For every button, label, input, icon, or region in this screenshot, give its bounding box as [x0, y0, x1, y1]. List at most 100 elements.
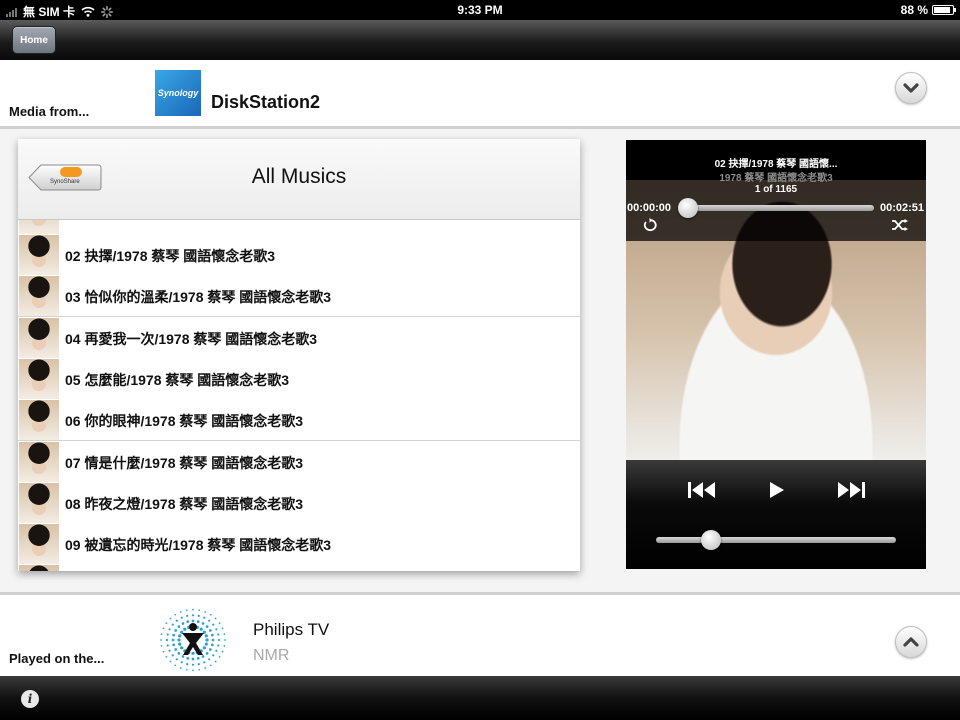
track-position: 1 of 1165	[754, 184, 798, 195]
list-item[interactable]: 09 被遺忘的時光/1978 蔡琴 國語懷念老歌3	[18, 523, 580, 566]
logo-dot	[162, 650, 165, 653]
list-item[interactable]: 03 恰似你的溫柔/1978 蔡琴 國語懷念老歌3	[18, 275, 580, 318]
list-item-partial-top[interactable]	[18, 220, 580, 235]
logo-dot	[212, 654, 215, 657]
expand-source-button[interactable]	[895, 72, 927, 104]
logo-dot	[199, 627, 203, 631]
list-item[interactable]: 06 你的眼神/1978 蔡琴 國語懷念老歌3	[18, 399, 580, 442]
home-button[interactable]: Home	[12, 26, 56, 54]
media-source-panel: Media from... Synology DiskStation2	[0, 60, 960, 129]
logo-dot	[165, 638, 169, 642]
logo-dot	[185, 668, 188, 671]
track-title: 04 再愛我一次/1978 蔡琴 國語懷念老歌3	[65, 330, 318, 347]
logo-dot	[177, 625, 181, 628]
progress-knob[interactable]	[678, 198, 698, 218]
logo-dot	[208, 619, 211, 622]
renderer-type: NMR	[253, 647, 290, 664]
logo-dot	[174, 648, 178, 651]
logo-dot	[171, 654, 174, 657]
logo-dot	[175, 619, 178, 622]
logo-dot	[192, 608, 194, 611]
info-icon[interactable]: i	[21, 690, 39, 708]
album-thumbnail	[19, 276, 59, 317]
logo-dot	[191, 614, 195, 617]
logo-dot	[198, 609, 201, 612]
logo-dot	[160, 639, 162, 641]
logo-dot	[168, 628, 171, 631]
shuffle-icon[interactable]	[891, 219, 909, 231]
logo-dot	[165, 622, 168, 624]
logo-dot	[160, 645, 163, 647]
album-thumbnail	[19, 400, 59, 441]
previous-track-icon[interactable]	[687, 481, 717, 499]
logo-dot	[203, 661, 206, 664]
logo-dot	[186, 614, 189, 617]
volume-knob[interactable]	[701, 530, 722, 550]
repeat-icon[interactable]	[643, 218, 659, 232]
track-title: 07 情是什麼/1978 蔡琴 國語懷念老歌3	[65, 454, 304, 471]
list-item[interactable]: 08 昨夜之燈/1978 蔡琴 國語懷念老歌3	[18, 481, 580, 524]
logo-dot	[172, 633, 176, 637]
progress-slider[interactable]	[688, 205, 874, 211]
logo-dot	[174, 613, 177, 616]
logo-dot	[196, 620, 200, 623]
logo-dot	[198, 668, 201, 671]
list-item[interactable]: 07 情是什麼/1978 蔡琴 國語懷念老歌3	[18, 440, 580, 483]
logo-dot	[205, 625, 209, 628]
volume-slider[interactable]	[656, 537, 896, 543]
logo-dot	[201, 655, 205, 658]
logo-dot	[217, 638, 221, 642]
top-nav-bar: Home	[0, 20, 960, 60]
logo-dot	[165, 656, 168, 658]
logo-dot	[186, 620, 190, 623]
list-item[interactable]: 02 抉擇/1978 蔡琴 國語懷念老歌3	[18, 234, 580, 276]
list-item[interactable]: 04 再愛我一次/1978 蔡琴 國語懷念老歌3	[18, 316, 580, 359]
logo-dot	[214, 660, 217, 663]
logo-dot	[185, 609, 188, 612]
total-duration: 00:02:51	[879, 202, 924, 214]
list-item-partial-bottom[interactable]	[18, 564, 580, 571]
synology-logo: Synology	[155, 70, 201, 116]
logo-dot	[169, 617, 172, 620]
logo-dot	[215, 628, 218, 631]
logo-dot	[196, 657, 200, 660]
logo-dot	[204, 642, 208, 646]
elapsed-time: 00:00:00	[627, 202, 672, 214]
list-header: SynoShare All Musics	[18, 139, 580, 220]
play-icon[interactable]	[768, 481, 786, 499]
logo-dot	[174, 664, 177, 667]
album-thumbnail	[19, 565, 59, 571]
logo-dot	[166, 633, 169, 636]
expand-renderer-button[interactable]	[895, 626, 927, 658]
logo-dot	[197, 663, 200, 666]
logo-dot	[175, 658, 178, 661]
logo-dot	[204, 634, 208, 638]
logo-dot	[174, 629, 178, 632]
list-item[interactable]: 05 怎麼能/1978 蔡琴 國語懷念老歌3	[18, 357, 580, 400]
media-server-name: DiskStation2	[211, 92, 321, 112]
logo-dot	[208, 658, 211, 661]
logo-dot	[168, 649, 171, 652]
track-title: 02 抉擇/1978 蔡琴 國語懷念老歌3	[65, 248, 276, 264]
next-track-icon[interactable]	[836, 481, 866, 499]
track-list: 02 抉擇/1978 蔡琴 國語懷念老歌3 03 恰似你的溫柔/1978 蔡琴 國…	[18, 220, 580, 571]
logo-dot	[201, 622, 205, 625]
album-thumbnail	[19, 317, 59, 358]
album-thumbnail	[19, 441, 59, 482]
logo-dot	[181, 622, 185, 625]
chevron-up-icon	[903, 637, 919, 647]
logo-dot	[217, 644, 220, 647]
logo-dot	[191, 663, 195, 666]
album-thumbnail	[19, 235, 59, 275]
logo-dot	[221, 627, 224, 630]
logo-dot	[191, 619, 195, 623]
logo-dot	[209, 664, 212, 667]
status-bar: 無 SIM 卡 9:33 PM 88 %	[0, 0, 960, 20]
battery-percent: 88 %	[900, 3, 928, 17]
logo-dot	[171, 638, 175, 642]
logo-dot	[210, 643, 214, 647]
battery-fill	[934, 7, 950, 13]
logo-dot	[202, 646, 206, 650]
album-thumbnail	[19, 358, 59, 399]
logo-dot	[186, 657, 190, 660]
